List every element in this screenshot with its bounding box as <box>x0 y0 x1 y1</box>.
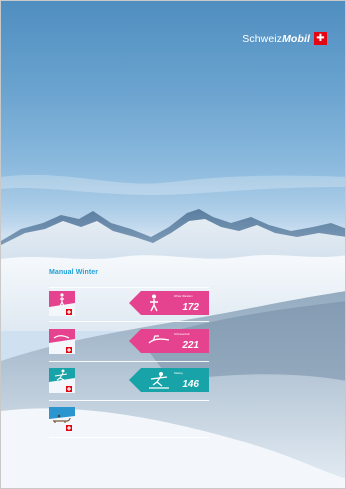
route-row-walking: Winter Wandern 172 <box>49 289 209 319</box>
manual-title: Manual Winter <box>49 269 99 276</box>
divider <box>49 437 209 438</box>
route-number: 221 <box>182 340 199 351</box>
hiker-icon <box>150 294 158 312</box>
sledge-icon <box>49 329 75 354</box>
divider <box>49 287 209 288</box>
skater-icon <box>149 372 169 389</box>
swiss-cross-icon: ✚ <box>314 32 327 45</box>
logo-name-regular: Schweiz <box>242 32 283 45</box>
toboggan-icon <box>49 407 75 432</box>
sled-icon <box>148 335 170 344</box>
divider <box>49 400 209 401</box>
route-caption: Skating <box>174 372 183 375</box>
cover-page: Schweiz Mobil ✚ Manual Winter Winter Wan… <box>0 0 346 489</box>
route-sign-snowshoe: Schneeschuh 221 <box>129 329 209 353</box>
route-caption: Schneeschuh <box>174 333 190 336</box>
route-caption: Winter Wandern <box>174 295 193 298</box>
logo-name-bold: Mobil <box>282 32 310 45</box>
route-row-snowshoe: Schneeschuh 221 <box>49 327 209 357</box>
snowshoe-hiker-icon <box>49 291 75 316</box>
cross-country-ski-icon <box>49 368 75 393</box>
sledging-thumbnail <box>49 407 75 432</box>
route-row-skating: Skating 146 <box>49 366 209 396</box>
walking-thumbnail <box>49 291 75 316</box>
route-number: 172 <box>182 302 199 313</box>
route-sign-skating: Skating 146 <box>129 368 209 392</box>
schweizmobil-logo: Schweiz Mobil ✚ <box>242 32 327 45</box>
snowshoe-thumbnail <box>49 329 75 354</box>
route-number: 146 <box>182 379 199 390</box>
route-sign-walking: Winter Wandern 172 <box>129 291 209 315</box>
route-row-sledging <box>49 405 209 435</box>
divider <box>49 321 209 322</box>
divider <box>49 361 209 362</box>
skating-thumbnail <box>49 368 75 393</box>
